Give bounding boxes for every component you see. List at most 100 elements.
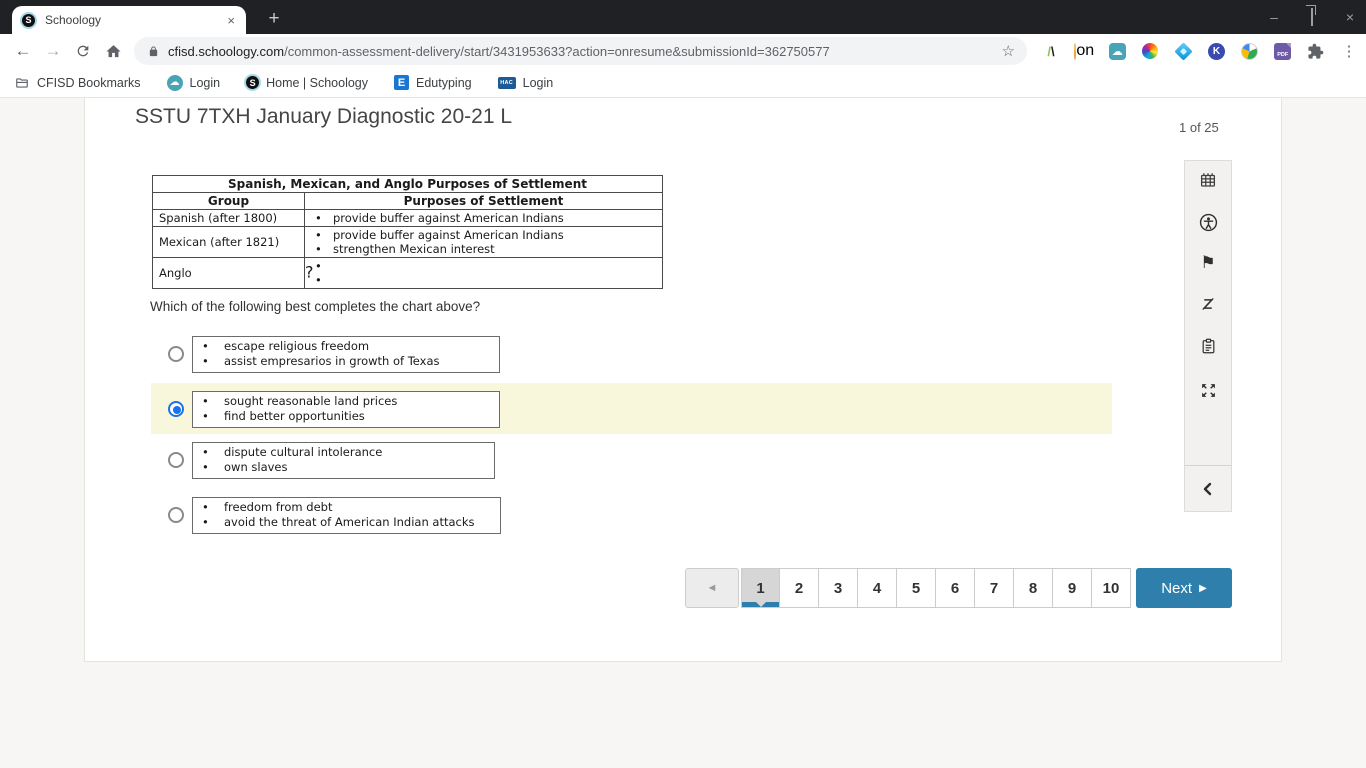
answer-option-selected: • sought reasonable land prices • find bet… (151, 383, 1112, 434)
browser-tab[interactable]: S Schoology × (12, 6, 246, 34)
bookmark-login-hac[interactable]: HAC Login (497, 75, 554, 90)
option-c-box[interactable]: • dispute cultural intolerance • own slave… (192, 442, 495, 479)
group-cell: Mexican (after 1821) (152, 226, 305, 258)
pagination: 1 2 3 4 5 6 7 8 9 10 (741, 568, 1131, 608)
extensions-row: / \ on ☁ K PDF ⋮ (1041, 41, 1359, 61)
option-b-box[interactable]: • sought reasonable land prices • find bet… (192, 391, 500, 428)
page-button-8[interactable]: 8 (1014, 568, 1053, 608)
tab-title: Schoology (45, 13, 102, 27)
collapse-panel-chevron-icon[interactable] (1185, 479, 1231, 499)
folder-icon (14, 76, 30, 90)
new-tab-button[interactable]: + (262, 8, 286, 32)
forward-button[interactable]: → (38, 41, 68, 61)
edutyping-icon: E (394, 75, 410, 90)
browser-titlebar: S Schoology × + – × (0, 0, 1366, 34)
page-button-9[interactable]: 9 (1053, 568, 1092, 608)
cloud-extension-icon[interactable]: ☁ (1107, 41, 1127, 61)
fullscreen-icon[interactable] (1185, 380, 1231, 400)
minimize-button[interactable]: – (1266, 9, 1282, 25)
table-title: Spanish, Mexican, and Anglo Purposes of … (152, 175, 663, 193)
group-cell: Anglo (152, 257, 305, 289)
close-button[interactable]: × (1342, 9, 1358, 25)
strikethrough-eliminator-icon[interactable] (1185, 294, 1231, 314)
restore-button[interactable] (1304, 8, 1320, 26)
table-row: Mexican (after 1821) • provide buffer aga… (152, 226, 663, 258)
color-wheel-extension-icon[interactable] (1140, 41, 1160, 61)
question-mark-placeholder: ? (305, 262, 314, 282)
page-button-7[interactable]: 7 (975, 568, 1014, 608)
purposes-cell: • • ? (304, 257, 663, 289)
table-row: Anglo • • ? (152, 257, 663, 289)
radio-option-c[interactable] (168, 452, 184, 468)
option-a-box[interactable]: • escape religious freedom • assist empres… (192, 336, 500, 373)
lock-icon (148, 45, 159, 58)
url-path: /common-assessment-delivery/start/343195… (284, 43, 830, 59)
option-d-box[interactable]: • freedom from debt • avoid the threat of … (192, 497, 501, 534)
bookmark-label: Login (189, 75, 221, 90)
orange-on-extension-icon[interactable]: on (1074, 41, 1094, 61)
home-button[interactable] (98, 43, 128, 60)
notepad-icon[interactable] (1185, 336, 1231, 356)
purposes-cell: • provide buffer against American Indians… (304, 226, 663, 258)
bookmark-label: CFISD Bookmarks (37, 75, 141, 90)
page-button-4[interactable]: 4 (858, 568, 897, 608)
next-label: Next (1161, 579, 1193, 597)
bookmark-edutyping[interactable]: E Edutyping (394, 75, 472, 90)
bookmark-cfisd-folder[interactable]: CFISD Bookmarks (14, 76, 141, 90)
next-arrow-icon: ▶ (1199, 582, 1207, 594)
purposes-cell: • provide buffer against American Indians (304, 209, 663, 227)
back-button[interactable]: ← (8, 41, 38, 61)
tab-close-icon[interactable]: × (224, 13, 238, 28)
bookmark-label: Home | Schoology (266, 75, 369, 90)
group-cell: Spanish (after 1800) (152, 209, 305, 227)
question-counter: 1 of 25 (1179, 120, 1219, 135)
url-text: cfisd.schoology.com/common-assessment-de… (168, 44, 994, 59)
refresh-button[interactable] (68, 43, 98, 59)
previous-arrow-icon: ◄ (706, 582, 718, 594)
flag-icon[interactable]: ⚑ (1185, 253, 1231, 273)
chrome-menu-icon[interactable]: ⋮ (1339, 41, 1359, 61)
bookmark-star-icon[interactable]: ☆ (1002, 42, 1015, 60)
page-button-1[interactable]: 1 (741, 568, 780, 608)
schoology-favicon-icon: S (22, 13, 35, 27)
bookmark-label: Edutyping (416, 75, 472, 90)
answer-option: • freedom from debt • avoid the threat of … (85, 497, 1283, 534)
schoology-icon: S (246, 76, 260, 89)
extensions-puzzle-icon[interactable] (1306, 41, 1326, 61)
question-text: Which of the following best completes th… (150, 299, 481, 314)
toolbar-divider (1185, 465, 1231, 466)
radio-option-b[interactable] (168, 401, 184, 417)
hac-icon: HAC (497, 76, 516, 89)
stimulus-table: Spanish, Mexican, and Anglo Purposes of … (152, 175, 663, 289)
address-bar[interactable]: cfisd.schoology.com/common-assessment-de… (134, 37, 1027, 65)
table-row: Spanish (after 1800) • provide buffer aga… (152, 209, 663, 227)
cloud-icon: ☁ (166, 74, 183, 91)
column-header-group: Group (152, 192, 305, 210)
compass-extension-icon[interactable] (1240, 41, 1260, 61)
page-button-2[interactable]: 2 (780, 568, 819, 608)
accessibility-icon[interactable] (1185, 212, 1231, 232)
restore-icon (1311, 8, 1313, 26)
bookmark-home-schoology[interactable]: S Home | Schoology (246, 76, 368, 90)
radio-option-a[interactable] (168, 346, 184, 362)
pdf-extension-icon[interactable]: PDF (1273, 41, 1293, 61)
securly-extension-icon[interactable]: / \ (1041, 41, 1061, 61)
assessment-card: SSTU 7TXH January Diagnostic 20-21 L 1 o… (84, 98, 1282, 662)
page-button-3[interactable]: 3 (819, 568, 858, 608)
browser-toolbar: ← → cfisd.schoology.com/common-assessmen… (0, 34, 1366, 68)
diamond-extension-icon[interactable] (1173, 41, 1193, 61)
page-button-5[interactable]: 5 (897, 568, 936, 608)
bookmark-login-cloud[interactable]: ☁ Login (166, 74, 221, 91)
kami-extension-icon[interactable]: K (1207, 41, 1227, 61)
next-button[interactable]: Next ▶ (1136, 568, 1232, 608)
calendar-grid-icon[interactable] (1185, 170, 1231, 190)
page-button-10[interactable]: 10 (1092, 568, 1131, 608)
assessment-title: SSTU 7TXH January Diagnostic 20-21 L (135, 105, 513, 128)
bookmark-label: Login (522, 75, 554, 90)
previous-page-button[interactable]: ◄ (685, 568, 739, 608)
answer-option: • escape religious freedom • assist empres… (85, 336, 1283, 373)
url-host: cfisd.schoology.com (168, 43, 285, 59)
page-button-6[interactable]: 6 (936, 568, 975, 608)
answer-option: • dispute cultural intolerance • own slave… (85, 442, 1283, 479)
radio-option-d[interactable] (168, 507, 184, 523)
